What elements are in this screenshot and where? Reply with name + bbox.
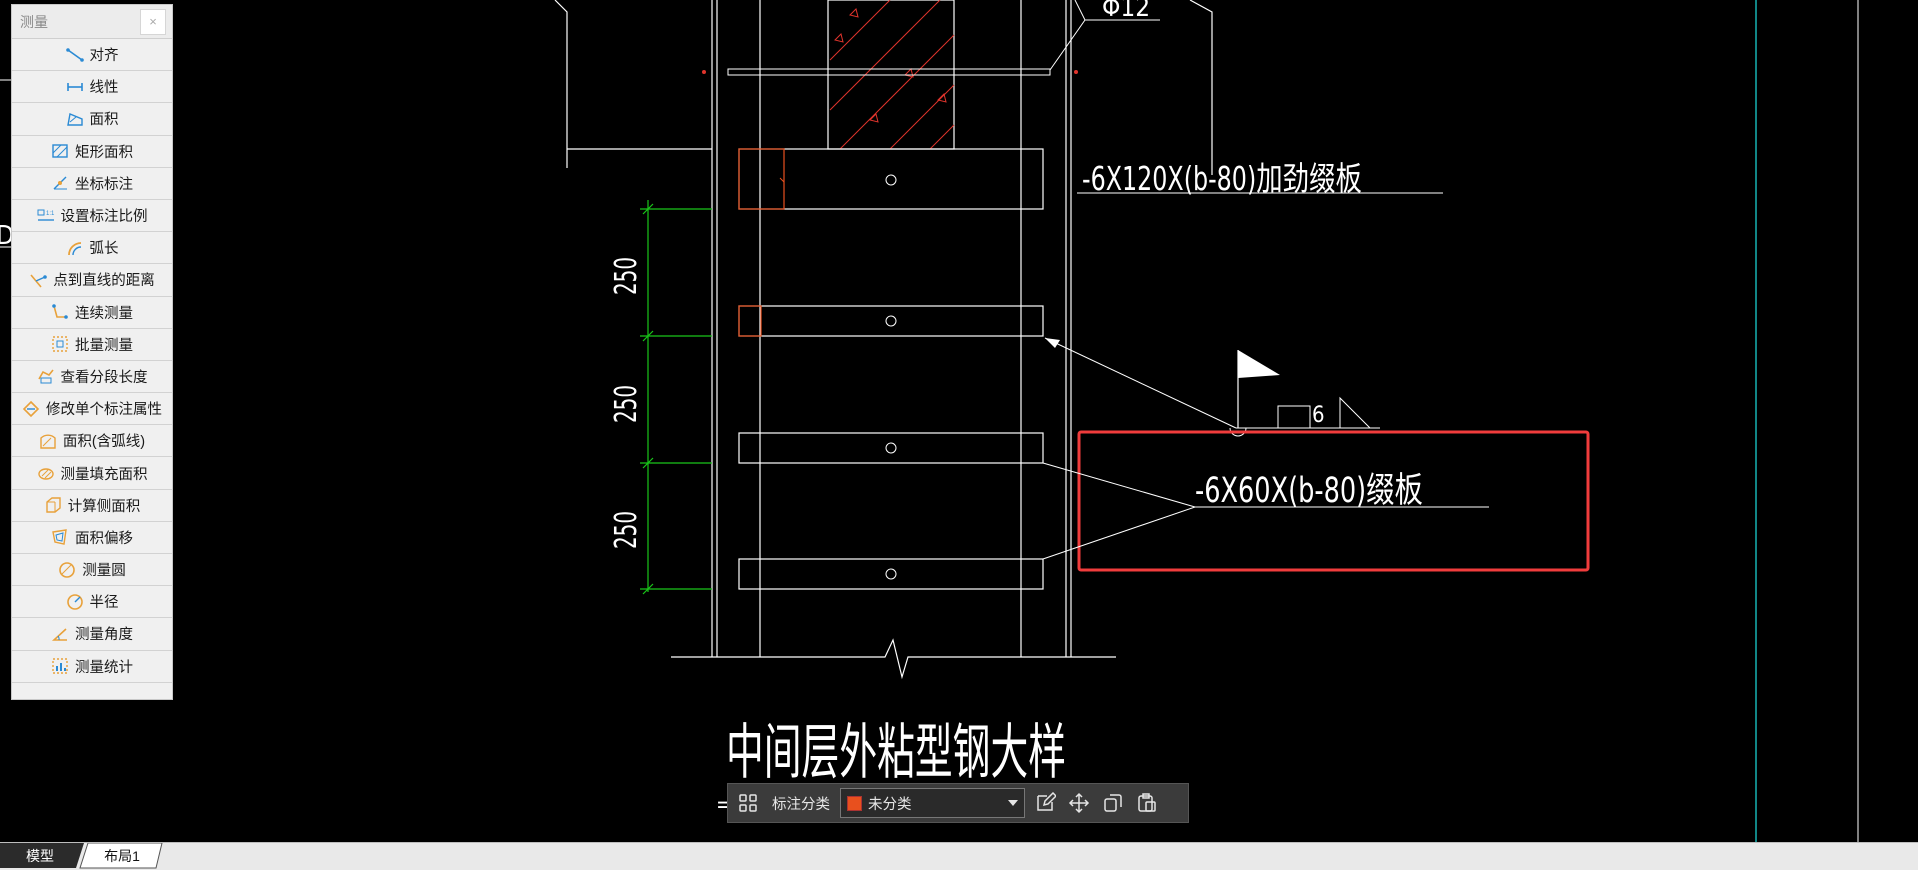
paste-icon[interactable] bbox=[1133, 789, 1161, 817]
area-icon bbox=[66, 110, 84, 128]
coordinate-icon bbox=[51, 174, 69, 192]
category-color-swatch bbox=[847, 795, 862, 811]
measure-tool-label: 计算侧面积 bbox=[67, 498, 141, 515]
arc-area-icon bbox=[39, 432, 57, 450]
measure-tool-area-offset[interactable]: 面积偏移 bbox=[12, 522, 172, 554]
measure-tool-label: 面积(含弧线) bbox=[62, 434, 146, 451]
move-icon[interactable] bbox=[1065, 789, 1093, 817]
measure-tool-list: 对齐线性面积矩形面积坐标标注 1:1 设置标注比例 弧长点到直线的距离 连续测量批量测量… bbox=[12, 39, 172, 683]
measure-tool-rect-area[interactable]: 矩形面积 bbox=[12, 136, 172, 168]
measure-tool-label: 点到直线的距离 bbox=[53, 273, 155, 290]
close-button[interactable]: × bbox=[140, 8, 166, 35]
measure-tool-label: 面积偏移 bbox=[75, 530, 133, 547]
rect-area-icon bbox=[51, 142, 69, 160]
measure-tool-label: 测量填充面积 bbox=[60, 466, 148, 483]
measure-tool-label: 矩形面积 bbox=[75, 144, 133, 161]
segment-icon bbox=[37, 367, 55, 385]
radius-icon bbox=[66, 593, 84, 611]
edit-icon[interactable] bbox=[1031, 789, 1059, 817]
measure-panel-title: 测量 bbox=[20, 13, 48, 30]
tab-layout1[interactable]: 布局1 bbox=[84, 843, 160, 868]
annotation-toolbar: 标注分类 未分类 bbox=[727, 783, 1189, 823]
circle-icon bbox=[58, 561, 76, 579]
align-measure-icon bbox=[65, 46, 84, 64]
measure-tool-point-line[interactable]: 点到直线的距离 bbox=[12, 264, 172, 297]
measure-tool-radius[interactable]: 半径 bbox=[12, 586, 172, 619]
measure-tool-side-area[interactable]: 计算侧面积 bbox=[12, 490, 172, 522]
measure-tool-label: 连续测量 bbox=[75, 305, 133, 322]
continuous-icon bbox=[51, 303, 69, 321]
measure-tool-batch[interactable]: 批量测量 bbox=[12, 329, 172, 361]
scale-icon: 1:1 bbox=[37, 207, 55, 225]
statistics-icon bbox=[51, 657, 69, 675]
measure-tool-label: 对齐 bbox=[89, 48, 119, 65]
angle-icon bbox=[51, 625, 69, 643]
fill-area-icon bbox=[37, 464, 55, 482]
grid-apps-icon[interactable] bbox=[734, 789, 762, 817]
measure-tool-label: 测量统计 bbox=[75, 659, 133, 676]
measure-tool-arc-length[interactable]: 弧长 bbox=[12, 232, 172, 265]
measure-tool-label: 线性 bbox=[89, 80, 119, 97]
measure-tool-label: 查看分段长度 bbox=[60, 369, 148, 386]
stiffener-plate-label: -6X120X(b-80)加劲缀板 bbox=[1082, 159, 1362, 198]
measure-tool-edit-annotation[interactable]: 修改单个标注属性 bbox=[12, 393, 172, 426]
measure-tool-align-measure[interactable]: 对齐 bbox=[12, 39, 172, 72]
measure-tool-label: 面积 bbox=[89, 112, 119, 129]
detail-title: 中间层外粘型钢大样 bbox=[726, 718, 1066, 788]
measure-tool-label: 设置标注比例 bbox=[60, 209, 148, 226]
annotation-category-select[interactable]: 未分类 bbox=[840, 788, 1025, 818]
annotation-category-label: 标注分类 bbox=[772, 796, 830, 813]
edit-annotation-icon bbox=[22, 400, 40, 418]
measure-tool-area[interactable]: 面积 bbox=[12, 103, 172, 136]
measure-tool-linear-measure[interactable]: 线性 bbox=[12, 71, 172, 104]
measure-tool-label: 批量测量 bbox=[75, 337, 133, 354]
measure-tool-statistics[interactable]: 测量统计 bbox=[12, 651, 172, 683]
point-line-icon bbox=[29, 271, 48, 289]
area-offset-icon bbox=[51, 528, 69, 546]
weld-size-text: 6 bbox=[1312, 403, 1325, 428]
linear-measure-icon bbox=[66, 78, 84, 96]
layout-tab-bar: 模型 布局1 bbox=[0, 842, 1918, 870]
dimension-text-1: 250 bbox=[609, 257, 644, 295]
measure-tool-continuous[interactable]: 连续测量 bbox=[12, 297, 172, 329]
measure-tool-label: 半径 bbox=[89, 595, 119, 612]
measure-tool-label: 测量角度 bbox=[75, 627, 133, 644]
measure-tool-circle[interactable]: 测量圆 bbox=[12, 554, 172, 587]
chevron-down-icon bbox=[1008, 795, 1018, 811]
measure-tool-fill-area[interactable]: 测量填充面积 bbox=[12, 457, 172, 490]
svg-text:1:1: 1:1 bbox=[46, 211, 55, 217]
measure-panel-header[interactable]: 测量 × bbox=[12, 5, 172, 39]
measure-tool-coordinate[interactable]: 坐标标注 bbox=[12, 168, 172, 200]
arc-length-icon bbox=[66, 239, 84, 257]
dimension-text-2: 250 bbox=[609, 385, 644, 423]
measure-tool-label: 坐标标注 bbox=[75, 176, 133, 193]
plate-label: -6X60X(b-80)缀板 bbox=[1195, 471, 1423, 511]
measure-tool-scale[interactable]: 1:1 设置标注比例 bbox=[12, 200, 172, 233]
cad-drawing-canvas[interactable]: D Φ12 -6X120X(b-80)加劲缀板 250 250 250 6 -6… bbox=[0, 0, 1918, 869]
measure-tool-segment[interactable]: 查看分段长度 bbox=[12, 361, 172, 394]
tab-model[interactable]: 模型 bbox=[0, 843, 80, 868]
top-fragment-text: Φ12 bbox=[1102, 0, 1150, 23]
dimension-text-3: 250 bbox=[609, 511, 644, 549]
side-area-icon bbox=[44, 496, 62, 514]
measure-tool-label: 弧长 bbox=[89, 241, 119, 258]
annotation-category-value: 未分类 bbox=[868, 796, 912, 813]
measure-tool-label: 测量圆 bbox=[82, 563, 126, 580]
measure-tool-arc-area[interactable]: 面积(含弧线) bbox=[12, 425, 172, 458]
copy-icon[interactable] bbox=[1099, 789, 1127, 817]
batch-icon bbox=[51, 335, 69, 353]
measure-tool-angle[interactable]: 测量角度 bbox=[12, 618, 172, 651]
measure-tool-label: 修改单个标注属性 bbox=[46, 402, 162, 419]
measure-panel: 测量 × 对齐线性面积矩形面积坐标标注 1:1 设置标注比例 弧长点到直线的距离 连续测… bbox=[11, 4, 173, 700]
